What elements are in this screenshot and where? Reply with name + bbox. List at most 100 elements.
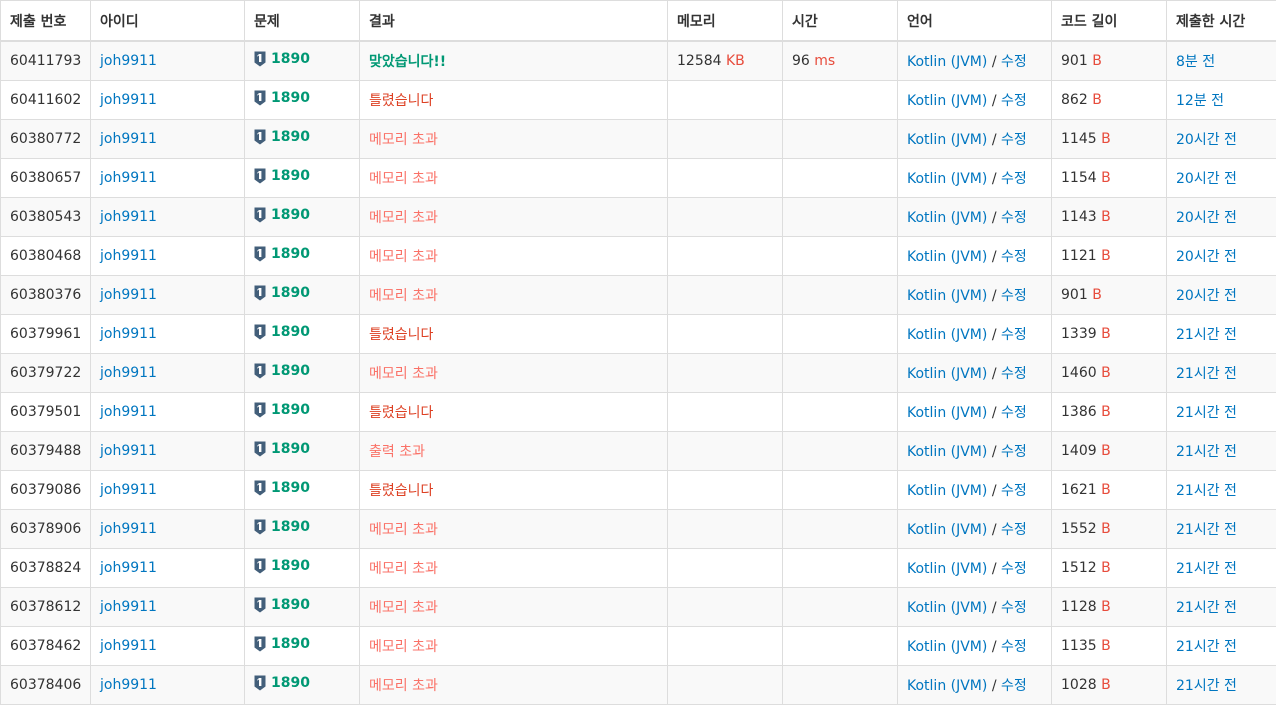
submitted-time-link[interactable]: 20시간 전 — [1176, 210, 1237, 226]
user-id-link[interactable]: joh9911 — [100, 92, 157, 108]
user-id-link[interactable]: joh9911 — [100, 248, 157, 264]
language-link[interactable]: Kotlin (JVM) — [907, 132, 987, 148]
problem-link[interactable]: 1890 — [271, 402, 310, 418]
user-id-link[interactable]: joh9911 — [100, 560, 157, 576]
edit-link[interactable]: 수정 — [1001, 210, 1027, 226]
submitted-time-link[interactable]: 21시간 전 — [1176, 366, 1237, 382]
language-link[interactable]: Kotlin (JVM) — [907, 210, 987, 226]
header-submission-id: 제출 번호 — [0, 0, 91, 42]
edit-link[interactable]: 수정 — [1001, 405, 1027, 421]
user-id-link[interactable]: joh9911 — [100, 365, 157, 381]
submission-id: 60411793 — [10, 53, 82, 69]
problem-link[interactable]: 1890 — [271, 480, 310, 496]
submitted-time-cell: 21시간 전 — [1166, 314, 1276, 354]
edit-link[interactable]: 수정 — [1001, 288, 1027, 304]
language-link[interactable]: Kotlin (JVM) — [907, 249, 987, 265]
edit-link[interactable]: 수정 — [1001, 600, 1027, 616]
edit-link[interactable]: 수정 — [1001, 249, 1027, 265]
submitted-time-link[interactable]: 8분 전 — [1176, 54, 1215, 70]
language-link[interactable]: Kotlin (JVM) — [907, 483, 987, 499]
edit-link[interactable]: 수정 — [1001, 327, 1027, 343]
problem-link[interactable]: 1890 — [271, 636, 310, 652]
language-link[interactable]: Kotlin (JVM) — [907, 171, 987, 187]
time-cell — [782, 236, 898, 276]
user-id-link[interactable]: joh9911 — [100, 131, 157, 147]
user-id-cell: joh9911 — [90, 275, 245, 315]
user-id-link[interactable]: joh9911 — [100, 404, 157, 420]
language-link[interactable]: Kotlin (JVM) — [907, 327, 987, 343]
edit-link[interactable]: 수정 — [1001, 678, 1027, 694]
user-id-link[interactable]: joh9911 — [100, 287, 157, 303]
submitted-time-link[interactable]: 21시간 전 — [1176, 522, 1237, 538]
problem-link[interactable]: 1890 — [271, 675, 310, 691]
language-link[interactable]: Kotlin (JVM) — [907, 405, 987, 421]
submitted-time-link[interactable]: 21시간 전 — [1176, 405, 1237, 421]
time-cell — [782, 548, 898, 588]
language-link[interactable]: Kotlin (JVM) — [907, 366, 987, 382]
problem-cell: 1890 — [244, 548, 360, 588]
language-cell: Kotlin (JVM) / 수정 — [897, 392, 1052, 432]
edit-link[interactable]: 수정 — [1001, 366, 1027, 382]
submitted-time-cell: 21시간 전 — [1166, 626, 1276, 666]
edit-link[interactable]: 수정 — [1001, 561, 1027, 577]
language-link[interactable]: Kotlin (JVM) — [907, 522, 987, 538]
user-id-link[interactable]: joh9911 — [100, 638, 157, 654]
problem-link[interactable]: 1890 — [271, 168, 310, 184]
submitted-time-link[interactable]: 12분 전 — [1176, 93, 1224, 109]
user-id-link[interactable]: joh9911 — [100, 326, 157, 342]
edit-link[interactable]: 수정 — [1001, 93, 1027, 109]
problem-link[interactable]: 1890 — [271, 90, 310, 106]
user-id-link[interactable]: joh9911 — [100, 443, 157, 459]
edit-link[interactable]: 수정 — [1001, 522, 1027, 538]
edit-link[interactable]: 수정 — [1001, 54, 1027, 70]
problem-link[interactable]: 1890 — [271, 363, 310, 379]
language-link[interactable]: Kotlin (JVM) — [907, 639, 987, 655]
problem-link[interactable]: 1890 — [271, 51, 310, 67]
edit-link[interactable]: 수정 — [1001, 483, 1027, 499]
language-link[interactable]: Kotlin (JVM) — [907, 93, 987, 109]
language-link[interactable]: Kotlin (JVM) — [907, 288, 987, 304]
submitted-time-link[interactable]: 21시간 전 — [1176, 327, 1237, 343]
user-id-link[interactable]: joh9911 — [100, 53, 157, 69]
tier-badge-icon — [254, 558, 266, 574]
edit-link[interactable]: 수정 — [1001, 444, 1027, 460]
user-id-cell: joh9911 — [90, 314, 245, 354]
submitted-time-link[interactable]: 20시간 전 — [1176, 171, 1237, 187]
language-link[interactable]: Kotlin (JVM) — [907, 444, 987, 460]
submitted-time-link[interactable]: 21시간 전 — [1176, 600, 1237, 616]
user-id-link[interactable]: joh9911 — [100, 599, 157, 615]
submitted-time-link[interactable]: 21시간 전 — [1176, 678, 1237, 694]
problem-link[interactable]: 1890 — [271, 558, 310, 574]
language-link[interactable]: Kotlin (JVM) — [907, 561, 987, 577]
submission-id-cell: 60379722 — [0, 353, 91, 393]
edit-link[interactable]: 수정 — [1001, 639, 1027, 655]
language-link[interactable]: Kotlin (JVM) — [907, 600, 987, 616]
problem-link[interactable]: 1890 — [271, 519, 310, 535]
problem-link[interactable]: 1890 — [271, 129, 310, 145]
submitted-time-link[interactable]: 21시간 전 — [1176, 639, 1237, 655]
result-text: 메모리 초과 — [369, 522, 438, 538]
code-length-unit: B — [1101, 521, 1111, 537]
problem-link[interactable]: 1890 — [271, 246, 310, 262]
submitted-time-link[interactable]: 20시간 전 — [1176, 288, 1237, 304]
edit-link[interactable]: 수정 — [1001, 171, 1027, 187]
submitted-time-link[interactable]: 21시간 전 — [1176, 483, 1237, 499]
user-id-link[interactable]: joh9911 — [100, 209, 157, 225]
submitted-time-link[interactable]: 20시간 전 — [1176, 132, 1237, 148]
submitted-time-link[interactable]: 20시간 전 — [1176, 249, 1237, 265]
problem-link[interactable]: 1890 — [271, 597, 310, 613]
problem-link[interactable]: 1890 — [271, 207, 310, 223]
problem-link[interactable]: 1890 — [271, 324, 310, 340]
code-length-value: 901 — [1061, 53, 1088, 69]
edit-link[interactable]: 수정 — [1001, 132, 1027, 148]
user-id-link[interactable]: joh9911 — [100, 482, 157, 498]
problem-link[interactable]: 1890 — [271, 441, 310, 457]
user-id-link[interactable]: joh9911 — [100, 521, 157, 537]
language-link[interactable]: Kotlin (JVM) — [907, 54, 987, 70]
submitted-time-link[interactable]: 21시간 전 — [1176, 561, 1237, 577]
user-id-link[interactable]: joh9911 — [100, 170, 157, 186]
user-id-link[interactable]: joh9911 — [100, 677, 157, 693]
submitted-time-link[interactable]: 21시간 전 — [1176, 444, 1237, 460]
language-link[interactable]: Kotlin (JVM) — [907, 678, 987, 694]
problem-link[interactable]: 1890 — [271, 285, 310, 301]
